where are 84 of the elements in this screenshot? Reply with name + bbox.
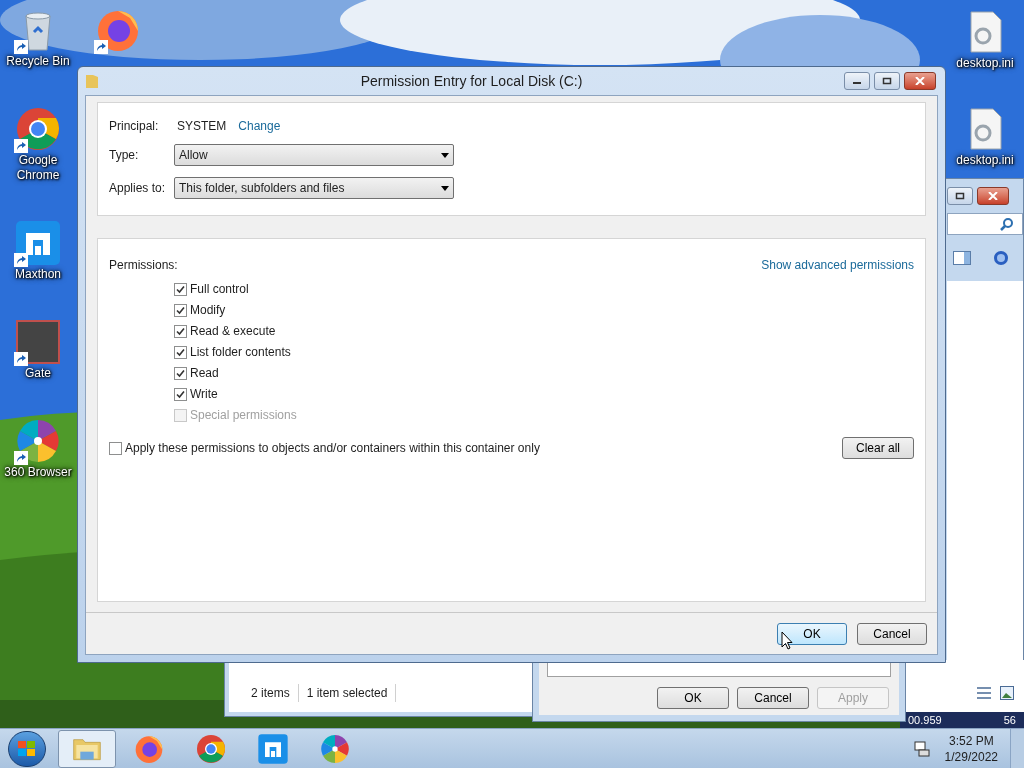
image-icon [1000, 686, 1014, 700]
check-icon [176, 326, 185, 336]
checkbox[interactable] [174, 366, 187, 380]
permission-label: List folder contents [190, 344, 291, 361]
shortcut-arrow-icon [14, 451, 28, 465]
max-button[interactable] [874, 72, 900, 90]
clock-time[interactable]: 3:52 PM [948, 732, 994, 749]
type-dropdown[interactable]: Allow [174, 144, 454, 166]
status-text: 2 items [243, 684, 299, 702]
checkbox[interactable] [174, 324, 187, 338]
windows-logo-icon [18, 740, 36, 757]
check-icon [176, 284, 185, 294]
close-button[interactable] [904, 72, 936, 90]
applies-to-dropdown[interactable]: This folder, subfolders and files [174, 177, 454, 199]
checkbox[interactable] [174, 282, 187, 296]
permission-label: Read [190, 365, 219, 382]
checkbox[interactable] [109, 441, 122, 455]
shortcut-arrow-icon [14, 139, 28, 153]
window-title: Permission Entry for Local Disk (C:) [359, 71, 584, 91]
dropdown-arrow-icon [441, 185, 449, 191]
start-button[interactable] [8, 730, 46, 767]
checkbox[interactable] [174, 345, 187, 359]
maxthon-icon [257, 732, 289, 765]
search-field[interactable] [947, 213, 1023, 235]
strip-text: 00.959 [908, 712, 942, 728]
ok-button[interactable]: OK [777, 622, 847, 645]
permission-label: Modify [190, 302, 226, 319]
check-icon [176, 347, 185, 357]
permission-label: Write [190, 386, 218, 403]
search-icon [1000, 217, 1014, 231]
cancel-button[interactable]: Cancel [857, 622, 927, 645]
max-button[interactable] [947, 187, 973, 205]
checkbox[interactable] [174, 303, 187, 317]
permission-label: Special permissions [190, 407, 297, 424]
panes-icon [953, 251, 971, 265]
principal-value: SYSTEM [177, 118, 227, 135]
section-label: Permissions: [109, 257, 178, 274]
chrome-icon [14, 105, 62, 153]
close-icon [915, 77, 925, 85]
desktop-icon-label[interactable]: desktop.ini [956, 56, 1014, 71]
min-button[interactable] [844, 72, 870, 90]
close-icon [988, 192, 998, 200]
details-view-icon [976, 686, 992, 700]
dropdown-arrow-icon [441, 152, 449, 158]
restore-icon [955, 192, 965, 200]
check-icon [176, 305, 185, 315]
shortcut-arrow-icon [94, 40, 108, 54]
cursor-icon [781, 631, 793, 651]
folder-icon [85, 73, 99, 89]
dialog-button[interactable]: OK [657, 687, 729, 709]
field-label: Type: [109, 147, 140, 164]
taskbar-button[interactable] [58, 729, 116, 768]
strip-text: 56 [1003, 712, 1016, 728]
status-text: 1 item selected [298, 684, 397, 702]
permission-label: Full control [190, 281, 249, 298]
permission-label: Read & execute [190, 323, 276, 340]
maxthon-icon [14, 219, 62, 267]
shortcut-arrow-icon [14, 40, 28, 54]
check-icon [176, 389, 185, 399]
change-link[interactable]: Change [238, 117, 281, 135]
desktop-icon-label[interactable]: desktop.ini [956, 153, 1014, 168]
shortcut-arrow-icon [14, 253, 28, 267]
field-label: Applies to: [109, 180, 167, 197]
shortcut-arrow-icon [14, 352, 28, 366]
desktop-icon-label[interactable]: Maxthon [15, 267, 61, 282]
clock-date[interactable]: 1/29/2022 [944, 748, 998, 765]
checkbox-label: Apply these permissions to objects and/or containers within this container only [125, 440, 540, 457]
advanced-permissions-link[interactable]: Show advanced permissions [761, 256, 914, 274]
restore-icon [882, 77, 892, 85]
pinwheel-icon [14, 417, 62, 465]
desktop-icon-label[interactable]: Recycle Bin [6, 54, 70, 69]
dialog-button[interactable]: Cancel [737, 687, 809, 709]
desktop-icon-label[interactable]: Google Chrome [0, 153, 76, 183]
network-icon [912, 739, 931, 758]
check-icon [176, 368, 185, 378]
chrome-icon [195, 732, 227, 765]
desktop-icon-label[interactable]: 360 Browser [4, 465, 72, 480]
pinwheel-icon [319, 732, 351, 765]
desktop-icon-label[interactable]: Gate [25, 366, 51, 381]
clear-all-button[interactable]: Clear all [842, 437, 914, 459]
square-icon [14, 318, 62, 366]
field-label: Principal: [109, 118, 160, 135]
close-button[interactable] [977, 187, 1009, 205]
checkbox[interactable] [174, 387, 187, 401]
